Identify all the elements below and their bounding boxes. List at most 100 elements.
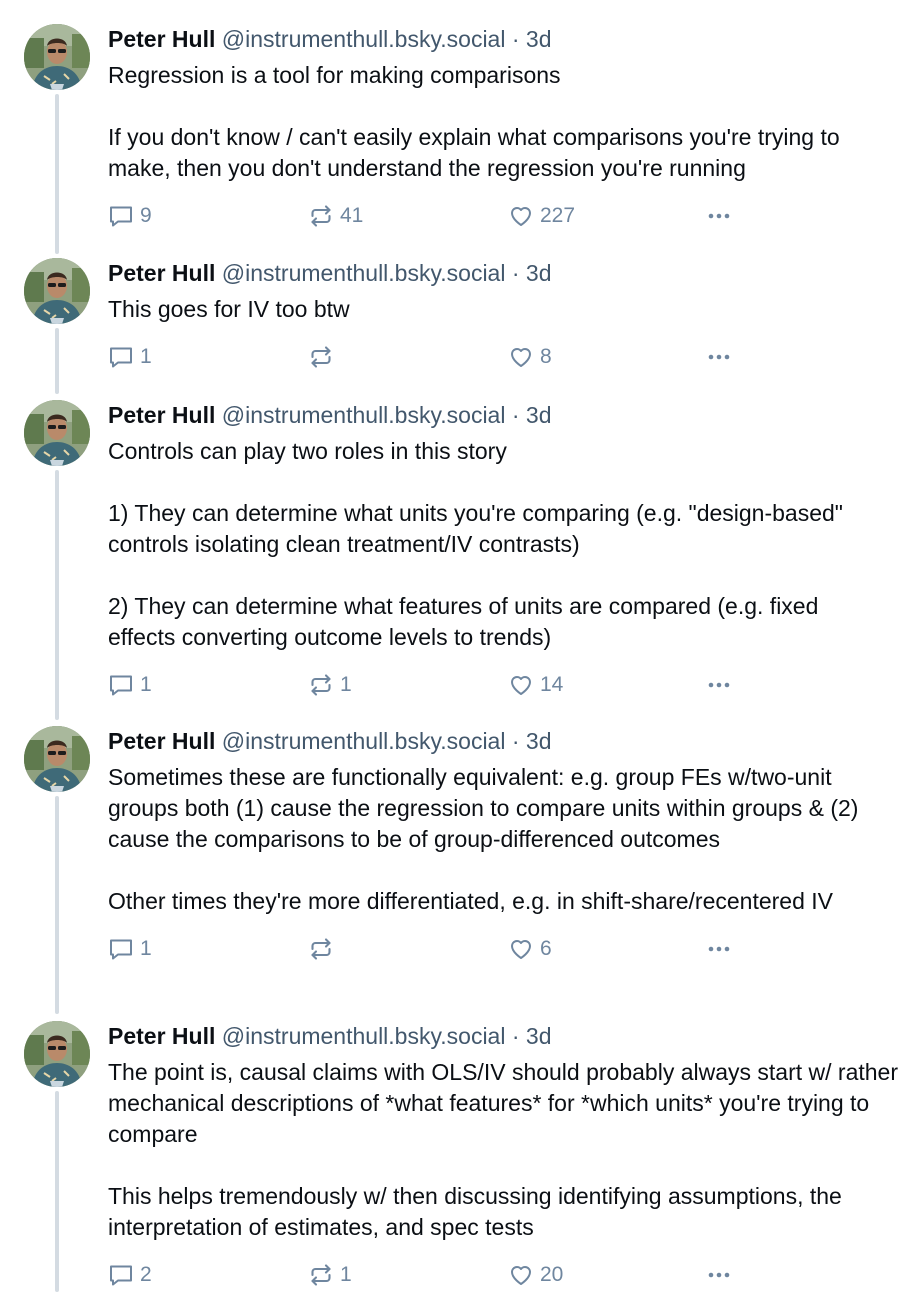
like-count: 20 <box>540 1263 564 1286</box>
thread-connector-line <box>55 796 59 1014</box>
author-name[interactable]: Peter Hull <box>108 260 215 286</box>
repost-button[interactable]: 41 <box>308 200 363 232</box>
separator-dot: · <box>511 728 520 754</box>
post-content: Peter Hull @instrumenthull.bsky.social ·… <box>108 258 888 373</box>
more-options-button[interactable] <box>706 1259 732 1291</box>
like-count: 227 <box>540 204 576 227</box>
more-options-button[interactable] <box>706 200 732 232</box>
ellipsis-icon <box>706 936 732 962</box>
heart-icon <box>508 203 534 229</box>
author-handle[interactable]: @instrumenthull.bsky.social <box>222 402 506 428</box>
repost-button[interactable] <box>308 341 340 373</box>
post-paragraph: 2) They can determine what features of u… <box>108 593 819 650</box>
thread-connector-line <box>55 328 59 394</box>
more-options-button[interactable] <box>706 669 732 701</box>
post-text: Sometimes these are functionally equival… <box>108 762 898 917</box>
timestamp[interactable]: 3d <box>526 1023 552 1049</box>
post-content: Peter Hull @instrumenthull.bsky.social ·… <box>108 1021 898 1291</box>
post-paragraph: The point is, causal claims with OLS/IV … <box>108 1059 899 1147</box>
reply-bubble-icon <box>108 203 134 229</box>
repost-arrows-icon <box>308 672 334 698</box>
like-button[interactable]: 227 <box>508 200 575 232</box>
like-count: 6 <box>540 937 552 960</box>
thread-connector-line <box>55 470 59 720</box>
post-header: Peter Hull @instrumenthull.bsky.social ·… <box>108 400 888 430</box>
repost-button[interactable] <box>308 933 340 965</box>
post-actions: 2 1 20 <box>108 1259 898 1291</box>
post-paragraph: Sometimes these are functionally equival… <box>108 764 859 852</box>
author-handle[interactable]: @instrumenthull.bsky.social <box>222 728 506 754</box>
author-name[interactable]: Peter Hull <box>108 26 215 52</box>
ellipsis-icon <box>706 672 732 698</box>
post-paragraph: This goes for IV too btw <box>108 296 350 322</box>
more-options-button[interactable] <box>706 341 732 373</box>
timestamp[interactable]: 3d <box>526 260 552 286</box>
post-paragraph: If you don't know / can't easily explain… <box>108 124 840 181</box>
author-handle[interactable]: @instrumenthull.bsky.social <box>222 260 506 286</box>
post-content: Peter Hull @instrumenthull.bsky.social ·… <box>108 24 888 232</box>
post-header: Peter Hull @instrumenthull.bsky.social ·… <box>108 726 898 756</box>
ellipsis-icon <box>706 344 732 370</box>
reply-button[interactable]: 1 <box>108 669 152 701</box>
repost-arrows-icon <box>308 936 334 962</box>
repost-button[interactable]: 1 <box>308 669 352 701</box>
author-handle[interactable]: @instrumenthull.bsky.social <box>222 26 506 52</box>
repost-button[interactable]: 1 <box>308 1259 352 1291</box>
like-count: 14 <box>540 673 564 696</box>
avatar[interactable] <box>24 400 90 466</box>
post-paragraph: Controls can play two roles in this stor… <box>108 438 507 464</box>
repost-count: 41 <box>340 204 364 227</box>
reply-count: 9 <box>140 204 152 227</box>
repost-arrows-icon <box>308 1262 334 1288</box>
like-button[interactable]: 8 <box>508 341 552 373</box>
post-paragraph: 1) They can determine what units you're … <box>108 500 843 557</box>
post-text: Regression is a tool for making comparis… <box>108 60 888 184</box>
reply-button[interactable]: 1 <box>108 341 152 373</box>
reply-bubble-icon <box>108 1262 134 1288</box>
author-handle[interactable]: @instrumenthull.bsky.social <box>222 1023 506 1049</box>
heart-icon <box>508 936 534 962</box>
heart-icon <box>508 344 534 370</box>
more-options-button[interactable] <box>706 933 732 965</box>
timestamp[interactable]: 3d <box>526 26 552 52</box>
like-count: 8 <box>540 345 552 368</box>
avatar[interactable] <box>24 1021 90 1087</box>
thread-connector-line <box>55 1091 59 1292</box>
reply-bubble-icon <box>108 672 134 698</box>
timestamp[interactable]: 3d <box>526 728 552 754</box>
separator-dot: · <box>511 1023 520 1049</box>
post-actions: 16 <box>108 933 898 965</box>
reply-button[interactable]: 2 <box>108 1259 152 1291</box>
post-actions: 18 <box>108 341 888 373</box>
reply-bubble-icon <box>108 936 134 962</box>
separator-dot: · <box>511 26 520 52</box>
like-button[interactable]: 14 <box>508 669 563 701</box>
reply-button[interactable]: 9 <box>108 200 152 232</box>
author-name[interactable]: Peter Hull <box>108 1023 215 1049</box>
post-header: Peter Hull @instrumenthull.bsky.social ·… <box>108 258 888 288</box>
post-paragraph: This helps tremendously w/ then discussi… <box>108 1183 842 1240</box>
post-actions: 1 1 14 <box>108 669 888 701</box>
repost-count: 1 <box>340 673 352 696</box>
thread-connector-line <box>55 94 59 254</box>
timestamp[interactable]: 3d <box>526 402 552 428</box>
author-name[interactable]: Peter Hull <box>108 402 215 428</box>
avatar[interactable] <box>24 726 90 792</box>
ellipsis-icon <box>706 203 732 229</box>
post-text: This goes for IV too btw <box>108 294 888 325</box>
reply-count: 1 <box>140 673 152 696</box>
heart-icon <box>508 1262 534 1288</box>
reply-button[interactable]: 1 <box>108 933 152 965</box>
author-name[interactable]: Peter Hull <box>108 728 215 754</box>
post-paragraph: Regression is a tool for making comparis… <box>108 62 561 88</box>
thread: Peter Hull @instrumenthull.bsky.social ·… <box>0 0 921 1292</box>
avatar[interactable] <box>24 258 90 324</box>
like-button[interactable]: 6 <box>508 933 552 965</box>
post-header: Peter Hull @instrumenthull.bsky.social ·… <box>108 24 888 54</box>
reply-count: 1 <box>140 345 152 368</box>
post-text: Controls can play two roles in this stor… <box>108 436 888 653</box>
avatar[interactable] <box>24 24 90 90</box>
post-header: Peter Hull @instrumenthull.bsky.social ·… <box>108 1021 898 1051</box>
repost-arrows-icon <box>308 203 334 229</box>
like-button[interactable]: 20 <box>508 1259 563 1291</box>
